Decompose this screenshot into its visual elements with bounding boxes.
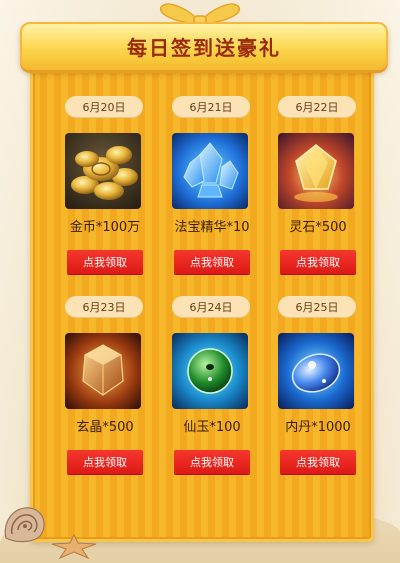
gold-coins-icon <box>65 133 141 209</box>
reward-card: 6月21日 法宝精华*10 点我领取 <box>162 96 262 276</box>
date-badge: 6月22日 <box>278 96 356 118</box>
reward-card: 6月20日 金币*100万 点我领取 <box>55 96 155 276</box>
claim-button[interactable]: 点我领取 <box>174 250 250 274</box>
reward-card: 6月22日 灵石*500 点我领取 <box>268 96 368 276</box>
seashell-icon <box>4 507 45 543</box>
date-badge: 6月23日 <box>65 296 143 318</box>
blue-crystal-icon <box>172 133 248 209</box>
amber-crystal-icon <box>65 333 141 409</box>
reward-card: 6月25日 内丹*1000 点我领取 <box>268 296 368 476</box>
date-badge: 6月20日 <box>65 96 143 118</box>
reward-name: 法宝精华*10 <box>174 220 250 235</box>
golden-gem-icon <box>278 133 354 209</box>
date-badge: 6月21日 <box>172 96 250 118</box>
reward-name: 仙玉*100 <box>183 420 241 435</box>
blue-pill-icon <box>278 333 354 409</box>
reward-name: 灵石*500 <box>289 220 347 235</box>
reward-name: 金币*100万 <box>69 220 141 235</box>
claim-button[interactable]: 点我领取 <box>280 450 356 474</box>
claim-button[interactable]: 点我领取 <box>67 450 143 474</box>
page-title: 每日签到送豪礼 <box>127 35 281 60</box>
reward-name: 内丹*1000 <box>285 420 351 435</box>
reward-name: 玄晶*500 <box>76 420 134 435</box>
date-badge: 6月25日 <box>278 296 356 318</box>
reward-card: 6月23日 玄晶*500 点我领取 <box>55 296 155 476</box>
starfish-icon <box>51 533 97 559</box>
claim-button[interactable]: 点我领取 <box>174 450 250 474</box>
date-badge: 6月24日 <box>172 296 250 318</box>
claim-button[interactable]: 点我领取 <box>280 250 356 274</box>
claim-button[interactable]: 点我领取 <box>67 250 143 274</box>
title-banner: 每日签到送豪礼 <box>20 22 388 70</box>
reward-card: 6月24日 仙玉*100 点我领取 <box>162 296 262 476</box>
jade-orb-icon <box>172 333 248 409</box>
